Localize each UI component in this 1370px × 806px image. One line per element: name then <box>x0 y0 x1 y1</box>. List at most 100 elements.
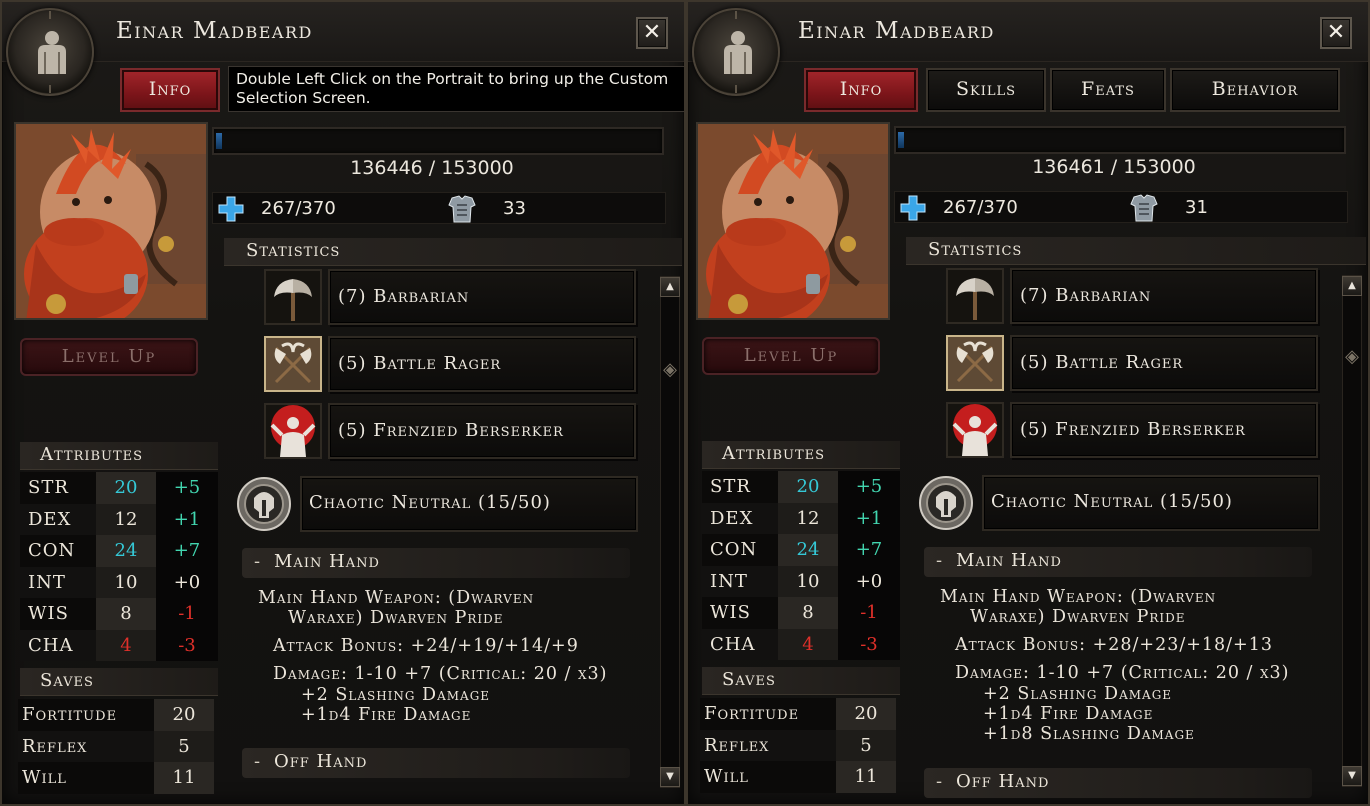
attribute-name: STR <box>20 472 96 504</box>
alignment-label: Chaotic Neutral (15/50) <box>982 475 1320 531</box>
attribute-modifier: +1 <box>838 502 900 534</box>
alignment-label: Chaotic Neutral (15/50) <box>300 476 638 532</box>
attribute-row-dex: DEX 12 +1 <box>702 502 900 534</box>
class-row-barbarian[interactable]: (7) Barbarian <box>264 269 640 325</box>
class-row-frenzied-berserker[interactable]: (5) Frenzied Berserker <box>264 403 640 459</box>
vitals-row: 267/370 33 <box>212 192 666 224</box>
attribute-score: 10 <box>96 566 156 598</box>
scroll-up-button[interactable]: ▲ <box>1342 276 1362 296</box>
attribute-modifier: +1 <box>156 503 218 535</box>
collapse-toggle: - <box>936 550 944 571</box>
class-row-battle-rager[interactable]: (5) Battle Rager <box>946 335 1322 391</box>
attributes-header: Attributes <box>20 442 218 470</box>
class-row-barbarian[interactable]: (7) Barbarian <box>946 268 1322 324</box>
battle-rager-axes-icon <box>266 338 320 390</box>
main-hand-weapon-line2: Waraxe) Dwarven Pride <box>288 608 504 628</box>
level-up-button[interactable]: Level Up <box>20 338 198 376</box>
xp-text: 136446 / 153000 <box>350 157 514 179</box>
class-row-frenzied-berserker[interactable]: (5) Frenzied Berserker <box>946 402 1322 458</box>
tooltip-line-2: Selection Screen. <box>236 89 371 107</box>
attribute-name: CON <box>702 534 778 566</box>
attribute-name: DEX <box>702 502 778 534</box>
save-value: 5 <box>154 730 214 762</box>
character-sheet-panel-left: Einar Madbeard ✕ Info Double Left Click … <box>0 0 686 806</box>
portrait-ring[interactable] <box>6 8 94 96</box>
tab-info[interactable]: Info <box>120 68 220 112</box>
close-button[interactable]: ✕ <box>1320 17 1352 49</box>
level-up-button[interactable]: Level Up <box>702 337 880 375</box>
scroll-thumb[interactable]: ◈ <box>661 361 679 379</box>
scrollbar[interactable]: ▲ ◈ ▼ <box>1342 275 1362 787</box>
scrollbar[interactable]: ▲ ◈ ▼ <box>660 276 680 788</box>
attribute-score: 24 <box>96 535 156 567</box>
class-icon <box>264 269 322 325</box>
collapse-toggle: - <box>936 771 944 792</box>
tab-info[interactable]: Info <box>804 68 918 112</box>
save-name: Reflex <box>700 729 836 761</box>
barbarian-axe-icon <box>956 278 994 320</box>
class-row-battle-rager[interactable]: (5) Battle Rager <box>264 336 640 392</box>
attribute-name: WIS <box>702 597 778 629</box>
attribute-score: 4 <box>96 629 156 661</box>
vitals-row: 267/370 31 <box>894 191 1348 223</box>
class-label: (5) Frenzied Berserker <box>328 403 636 459</box>
portrait-ring[interactable] <box>692 8 780 96</box>
main-hand-weapon-line1: Main Hand Weapon: (Dwarven <box>258 588 535 608</box>
save-value: 20 <box>836 698 896 730</box>
save-name: Will <box>18 762 154 794</box>
main-hand-weapon-line1: Main Hand Weapon: (Dwarven <box>940 587 1217 607</box>
hit-points: 267/370 <box>943 197 1018 218</box>
main-hand-header[interactable]: - Main Hand <box>242 548 630 578</box>
tab-skills[interactable]: Skills <box>926 68 1046 112</box>
tab-feats[interactable]: Feats <box>1050 68 1166 112</box>
attribute-name: WIS <box>20 598 96 630</box>
extra-damage: +2 Slashing Damage <box>983 684 1173 704</box>
save-value: 11 <box>836 761 896 793</box>
attribute-modifier: -1 <box>838 597 900 629</box>
off-hand-header[interactable]: - Off Hand <box>242 748 630 778</box>
tab-behavior[interactable]: Behavior <box>1170 68 1340 112</box>
attribute-modifier: +5 <box>838 471 900 503</box>
main-hand-header[interactable]: - Main Hand <box>924 547 1312 577</box>
attribute-row-con: CON 24 +7 <box>702 534 900 566</box>
attack-bonus: Attack Bonus: +24/+19/+14/+9 <box>273 636 579 656</box>
attribute-name: CON <box>20 535 96 567</box>
health-cross-icon <box>900 195 926 221</box>
alignment-helm-icon <box>919 476 973 530</box>
scroll-thumb[interactable]: ◈ <box>1343 348 1361 366</box>
tooltip: Double Left Click on the Portrait to bri… <box>228 66 684 112</box>
barbarian-axe-icon <box>274 279 312 321</box>
scroll-down-button[interactable]: ▼ <box>660 767 680 787</box>
frenzied-berserker-icon <box>270 405 316 457</box>
collapse-toggle: - <box>254 751 262 772</box>
attribute-score: 24 <box>778 534 838 566</box>
attributes-table: STR 20 +5 DEX 12 +1 CON 24 +7 INT 10 +0 WIS 8 -1 CHA 4 -3 <box>20 472 218 661</box>
save-value: 20 <box>154 699 214 731</box>
character-portrait[interactable] <box>14 122 208 320</box>
extra-damage: +2 Slashing Damage <box>301 685 491 705</box>
attribute-score: 20 <box>778 471 838 503</box>
attribute-name: CHA <box>20 629 96 661</box>
main-hand-label: Main Hand <box>956 550 1062 571</box>
character-portrait[interactable] <box>696 122 890 320</box>
attribute-score: 4 <box>778 628 838 660</box>
attribute-modifier: +5 <box>156 472 218 504</box>
xp-bar-fill <box>898 132 904 148</box>
frenzied-berserker-icon <box>952 404 998 456</box>
attribute-name: CHA <box>702 628 778 660</box>
close-button[interactable]: ✕ <box>636 17 668 49</box>
save-row-fortitude: Fortitude 20 <box>700 698 896 730</box>
class-label: (5) Frenzied Berserker <box>1010 402 1318 458</box>
class-label: (5) Battle Rager <box>328 336 636 392</box>
xp-text: 136461 / 153000 <box>1032 156 1196 178</box>
collapse-toggle: - <box>254 551 262 572</box>
attribute-row-wis: WIS 8 -1 <box>20 598 218 630</box>
save-name: Fortitude <box>700 698 836 730</box>
attribute-score: 10 <box>778 565 838 597</box>
scroll-down-button[interactable]: ▼ <box>1342 766 1362 786</box>
off-hand-header[interactable]: - Off Hand <box>924 768 1312 798</box>
extra-damage: +1d4 Fire Damage <box>983 704 1154 724</box>
save-row-will: Will 11 <box>18 762 214 794</box>
scroll-up-button[interactable]: ▲ <box>660 277 680 297</box>
character-sheet-panel-right: Einar Madbeard ✕ Info Skills Feats Behav… <box>686 0 1370 806</box>
